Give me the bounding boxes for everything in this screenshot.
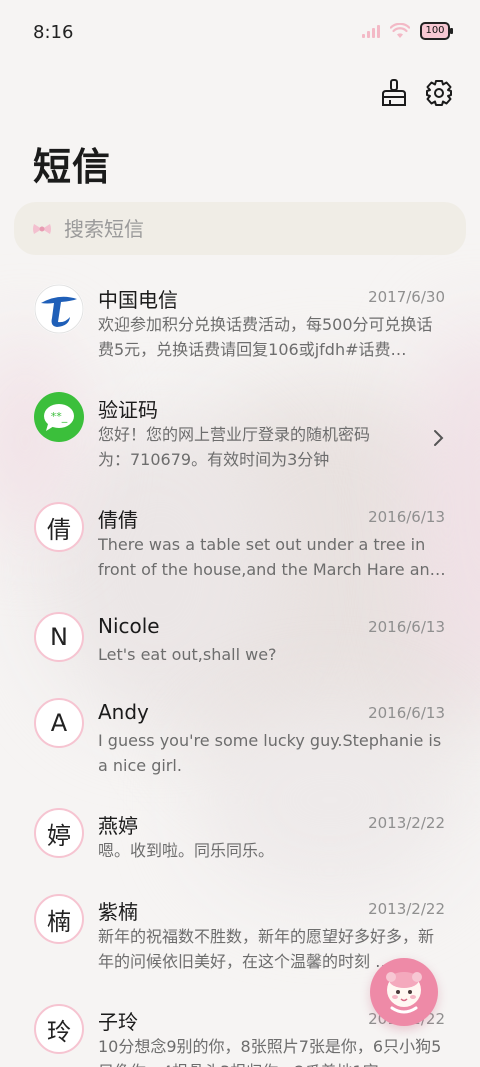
sender-name: 紫楠	[98, 900, 138, 924]
message-item-china-telecom[interactable]: 中国电信 2017/6/30 欢迎参加积分兑换话费活动，每500分可兑换话费5元…	[0, 268, 480, 378]
message-preview: 嗯。收到啦。同乐同乐。	[98, 841, 275, 860]
avatar: 楠	[34, 894, 84, 944]
sender-name: 中国电信	[98, 288, 178, 312]
search-input[interactable]	[64, 216, 424, 241]
chevron-right-icon	[434, 430, 444, 446]
character-icon	[386, 972, 422, 1014]
china-telecom-logo	[34, 284, 84, 334]
message-item-yanting[interactable]: 婷 燕婷 2013/2/22 嗯。收到啦。同乐同乐。	[0, 794, 480, 880]
signal-icon	[362, 24, 380, 38]
message-preview: I guess you're some lucky guy.Stephanie …	[98, 731, 442, 775]
message-date: 2017/6/30	[368, 288, 445, 306]
sender-name: 子玲	[98, 1010, 138, 1034]
svg-text:**_: **_	[51, 410, 68, 423]
message-item-nicole[interactable]: N Nicole 2016/6/13 Let's eat out,shall w…	[0, 598, 480, 684]
status-time: 8:16	[33, 22, 74, 43]
search-bar[interactable]	[14, 202, 466, 255]
sender-name: Andy	[98, 700, 149, 724]
message-date: 2013/2/22	[368, 814, 445, 832]
broom-icon	[382, 79, 406, 106]
page-title: 短信	[33, 145, 112, 189]
message-date: 2016/6/13	[368, 704, 445, 722]
bow-icon	[33, 223, 51, 234]
message-date: 2016/6/13	[368, 618, 445, 636]
message-item-andy[interactable]: A Andy 2016/6/13 I guess you're some luc…	[0, 684, 480, 794]
sender-name: 验证码	[98, 398, 158, 422]
message-preview: 欢迎参加积分兑换话费活动，每500分可兑换话费5元，兑换话费请回复106或jfd…	[98, 315, 433, 359]
avatar: 玲	[34, 1004, 84, 1054]
message-item-verification-code[interactable]: **_ 验证码 您好！您的网上营业厅登录的随机密码为：710679。有效时间为3…	[0, 378, 480, 488]
avatar: **_	[34, 392, 84, 442]
clean-button[interactable]	[380, 78, 410, 108]
message-item-qianqian[interactable]: 倩 倩倩 2016/6/13 There was a table set out…	[0, 488, 480, 598]
avatar: A	[34, 698, 84, 748]
message-preview: There was a table set out under a tree i…	[98, 535, 446, 579]
message-date: 2016/6/13	[368, 508, 445, 526]
avatar: 倩	[34, 502, 84, 552]
sender-name: 倩倩	[98, 508, 138, 532]
avatar: N	[34, 612, 84, 662]
floating-action-button[interactable]	[370, 958, 438, 1026]
wifi-icon	[390, 23, 410, 38]
avatar: 婷	[34, 808, 84, 858]
sms-bubble-icon: **_	[34, 392, 84, 442]
message-preview: 您好！您的网上营业厅登录的随机密码为：710679。有效时间为3分钟	[98, 425, 371, 469]
message-preview: 10分想念9别的你，8张照片7张是你，6只小狗5只像你，4根骨头3根归你，2爪着…	[98, 1037, 442, 1067]
message-preview: Let's eat out,shall we?	[98, 645, 277, 664]
sender-name: Nicole	[98, 614, 160, 638]
status-bar: 8:16 100	[0, 0, 480, 64]
settings-button[interactable]	[424, 78, 454, 108]
battery-icon: 100	[420, 22, 453, 40]
sender-name: 燕婷	[98, 814, 138, 838]
message-list: 中国电信 2017/6/30 欢迎参加积分兑换话费活动，每500分可兑换话费5元…	[0, 268, 480, 1067]
message-date: 2013/2/22	[368, 900, 445, 918]
gear-icon	[426, 80, 452, 106]
avatar	[34, 284, 84, 334]
